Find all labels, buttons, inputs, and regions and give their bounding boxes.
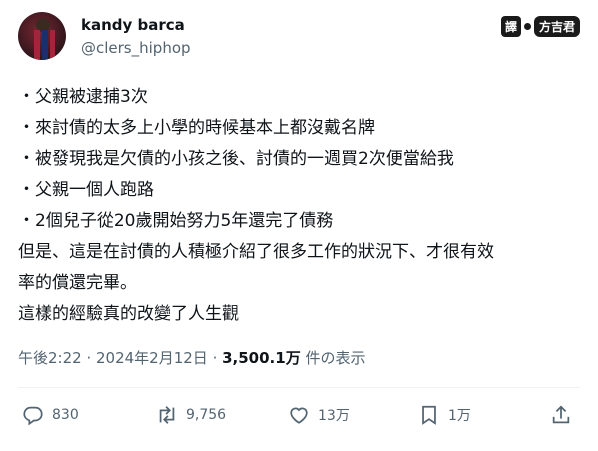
bookmark-count: 1万 [448, 408, 471, 424]
retweet-icon [159, 406, 175, 424]
avatar[interactable] [18, 12, 66, 60]
share-icon [552, 405, 570, 424]
avatar-stripe [50, 30, 55, 60]
share-button[interactable] [550, 404, 572, 426]
translator-badge-right: 方吉君 [533, 16, 580, 37]
views-count: 3,500.1万 [222, 349, 301, 367]
translator-badge-left: 譯 [500, 16, 521, 37]
bookmark-button[interactable]: 1万 [418, 404, 471, 426]
tweet-line: ・來討債的太多上小學的時候基本上都沒戴名牌 [18, 118, 375, 138]
timestamp[interactable]: 午後2:22 · 2024年2月12日 [18, 349, 208, 367]
tweet-header: kandy barca @clers_hiphop 譯 方吉君 [18, 12, 580, 64]
action-bar: 830 9,756 13万 1万 [18, 404, 580, 440]
heart-icon [290, 407, 308, 424]
author-handle[interactable]: @clers_hiphop [81, 39, 191, 57]
like-count: 13万 [318, 408, 350, 424]
tweet-line: 率的償還完畢。 [18, 273, 137, 293]
tweet-line: 這樣的經驗真的改變了人生觀 [18, 304, 239, 324]
tweet-line: ・父親被逮捕3次 [18, 87, 148, 107]
divider [18, 387, 580, 388]
translator-badge: 譯 方吉君 [500, 16, 580, 37]
tweet-line: ・2個兒子從20歲開始努力5年還完了債務 [18, 211, 334, 231]
tweet-line: 但是、這是在討債的人積極介紹了很多工作的狀況下、才很有效 [18, 242, 494, 262]
tweet-line: ・被發現我是欠債的小孩之後、討債的一週買2次便當給我 [18, 149, 454, 169]
avatar-stripe [42, 30, 48, 60]
tweet-text: ・父親被逮捕3次 ・來討債的太多上小學的時候基本上都沒戴名牌 ・被發現我是欠債的… [18, 82, 584, 330]
tweet-line: ・父親一個人跑路 [18, 180, 154, 200]
meta-separator: · [207, 349, 223, 367]
retweet-count: 9,756 [186, 407, 227, 423]
reply-button[interactable]: 830 [22, 404, 79, 426]
bookmark-icon [422, 405, 436, 425]
tweet-meta: 午後2:22 · 2024年2月12日 · 3,500.1万 件の表示 [18, 347, 365, 368]
avatar-stripe [34, 30, 40, 60]
author-name[interactable]: kandy barca [81, 16, 185, 34]
views-label: 件の表示 [300, 349, 366, 367]
reply-icon [23, 406, 43, 426]
badge-dot [523, 23, 531, 30]
retweet-button[interactable]: 9,756 [156, 404, 226, 426]
reply-count: 830 [52, 407, 79, 423]
like-button[interactable]: 13万 [288, 404, 350, 426]
